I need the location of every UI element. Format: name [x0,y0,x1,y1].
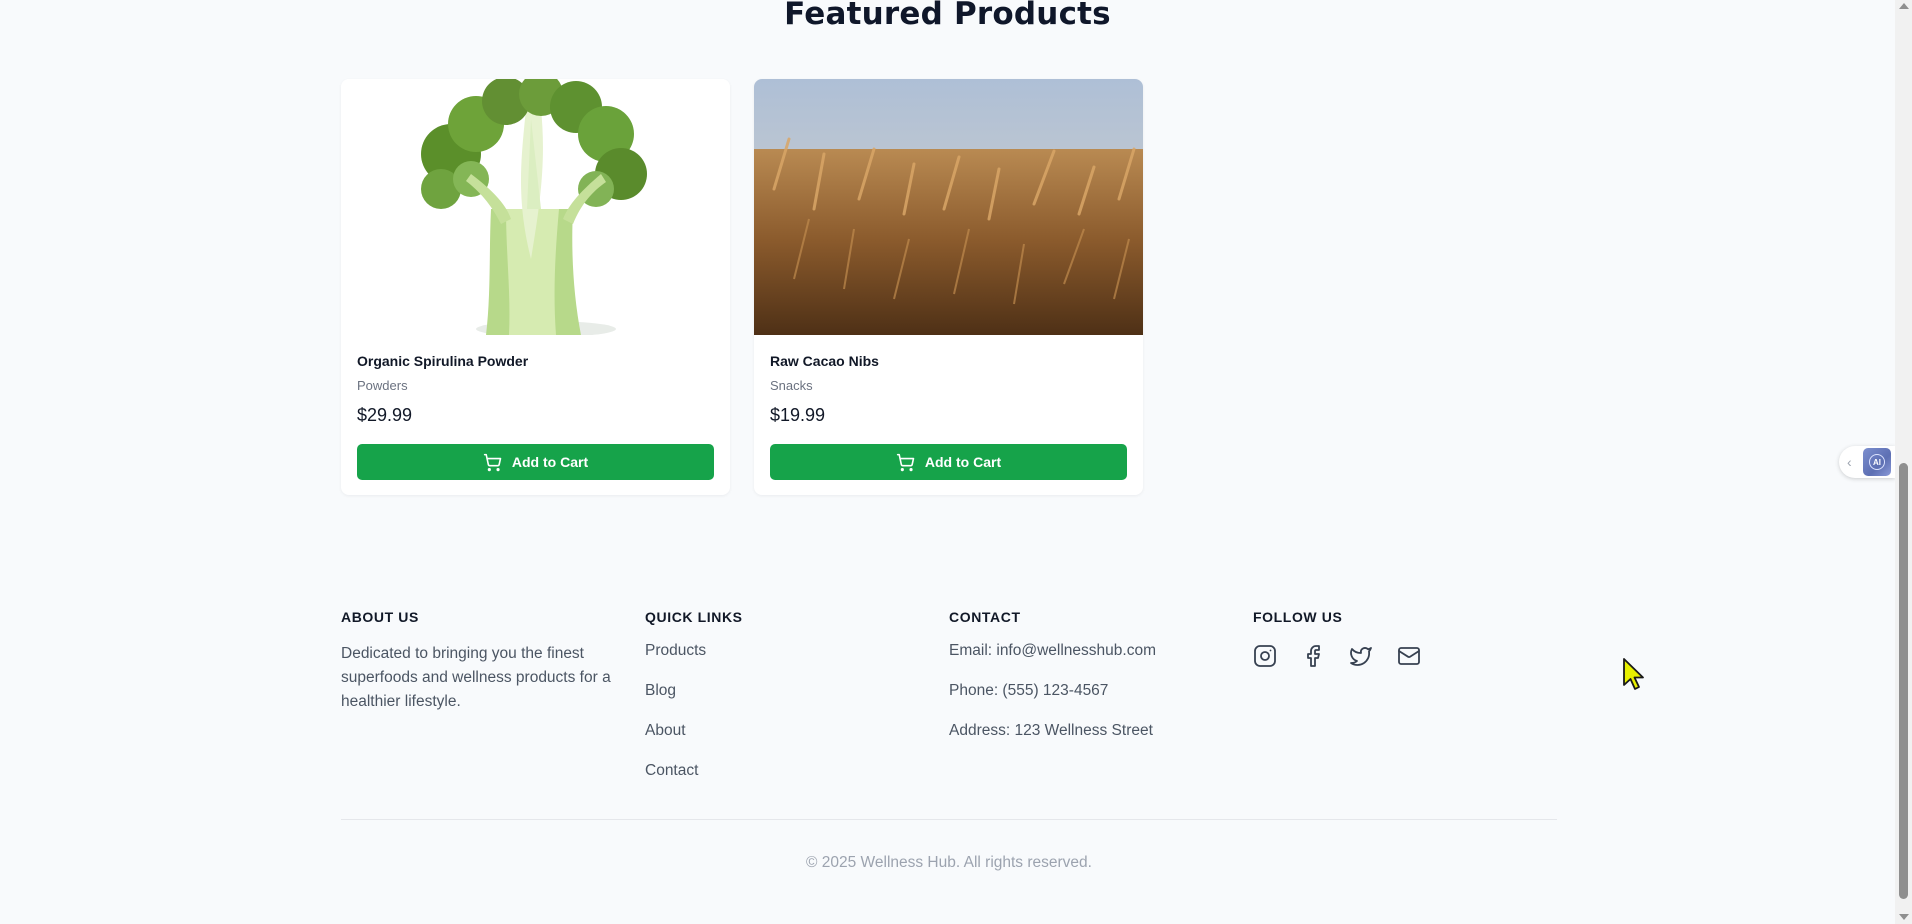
product-category: Snacks [770,378,813,393]
footer-link-contact[interactable]: Contact [645,761,949,801]
footer-about: ABOUT US Dedicated to bringing you the f… [341,609,645,801]
contact-email: Email: info@wellnesshub.com [949,642,1156,659]
mouse-cursor-icon [1623,658,1644,690]
contact-heading: CONTACT [949,609,1021,625]
quick-links-heading: QUICK LINKS [645,609,743,625]
product-image-broccoli[interactable] [341,79,730,335]
cart-icon [896,453,915,471]
footer-link-products[interactable]: Products [645,641,949,681]
product-category: Powders [357,378,408,393]
product-card[interactable]: Raw Cacao Nibs Snacks $19.99 Add to Cart [754,79,1143,495]
product-price: $29.99 [357,405,413,425]
product-name[interactable]: Raw Cacao Nibs [770,353,1127,369]
ai-assistant-icon[interactable]: AI [1863,448,1891,476]
footer-link-blog[interactable]: Blog [645,681,949,721]
footer-link-about[interactable]: About [645,721,949,761]
about-text: Dedicated to bringing you the finest sup… [341,645,611,710]
instagram-icon[interactable] [1253,644,1277,668]
contact-address: Address: 123 Wellness Street [949,722,1153,739]
product-grid: Organic Spirulina Powder Powders $29.99 … [341,79,1143,495]
product-price: $19.99 [770,405,826,425]
add-to-cart-label: Add to Cart [924,454,1002,470]
add-to-cart-button[interactable]: Add to Cart [770,444,1127,480]
add-to-cart-button[interactable]: Add to Cart [357,444,714,480]
scroll-down-arrow-icon[interactable] [1899,914,1909,920]
footer-contact: CONTACT Email: info@wellnesshub.com Phon… [949,609,1253,801]
product-name[interactable]: Organic Spirulina Powder [357,353,714,369]
add-to-cart-label: Add to Cart [511,454,589,470]
copyright-text: © 2025 Wellness Hub. All rights reserved… [806,854,1092,871]
product-image-wheat[interactable] [754,79,1143,335]
page: Featured Products Organic Spirulina Powd… [0,0,1895,924]
scrollbar-thumb[interactable] [1899,463,1908,899]
vertical-scrollbar[interactable] [1895,0,1912,924]
ai-label: AI [1869,454,1885,470]
scroll-up-arrow-icon[interactable] [1899,3,1909,9]
about-heading: ABOUT US [341,609,419,625]
ai-assistant-widget[interactable]: ‹ AI [1839,446,1895,478]
mail-icon[interactable] [1397,644,1421,668]
footer-divider [341,819,1557,820]
contact-phone: Phone: (555) 123-4567 [949,682,1109,699]
facebook-icon[interactable] [1301,644,1325,668]
footer-quick-links: QUICK LINKS Products Blog About Contact [645,609,949,801]
cart-icon [483,453,502,471]
product-card[interactable]: Organic Spirulina Powder Powders $29.99 … [341,79,730,495]
follow-heading: FOLLOW US [1253,609,1343,625]
footer-follow: FOLLOW US [1253,609,1557,801]
chevron-left-icon[interactable]: ‹ [1847,454,1852,470]
site-footer: ABOUT US Dedicated to bringing you the f… [341,609,1557,871]
twitter-icon[interactable] [1349,644,1373,668]
featured-products-title: Featured Products [784,0,1111,32]
